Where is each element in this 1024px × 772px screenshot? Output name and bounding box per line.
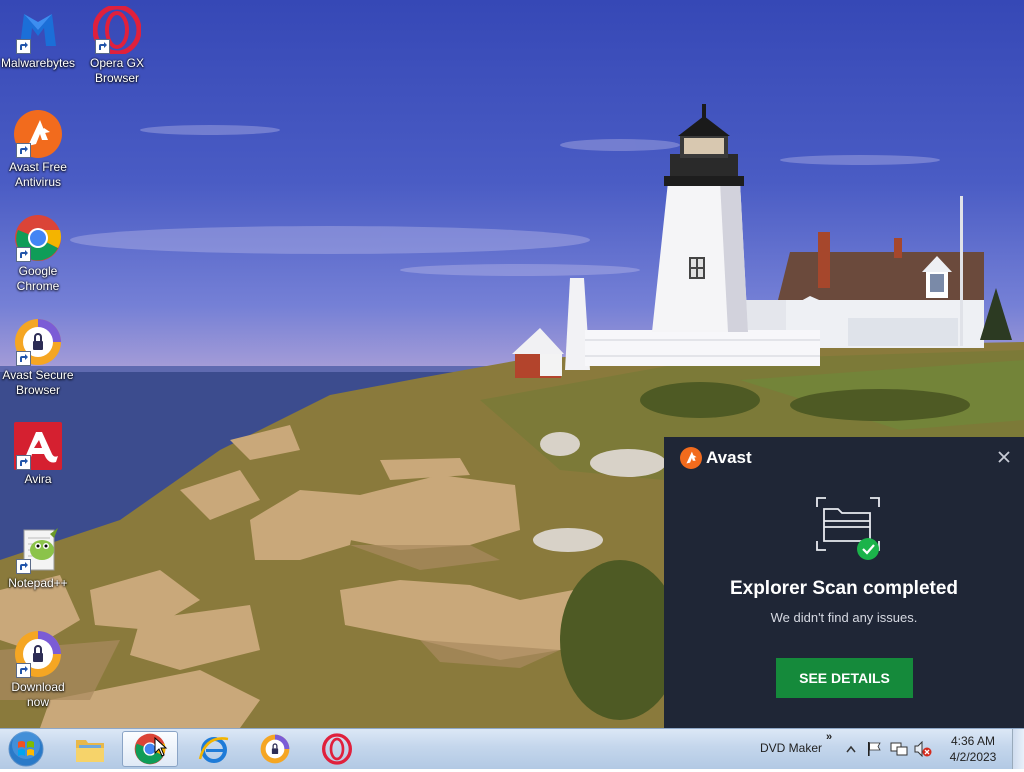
folder-scan-icon [816,497,880,560]
shortcut-arrow-icon [16,143,31,158]
toolbar-overflow-icon[interactable]: » [826,731,832,743]
shortcut-arrow-icon [95,39,110,54]
desktop-icon-label: Avira [24,472,52,486]
dvd-maker-toolbar-label[interactable]: DVD Maker [760,741,822,755]
shortcut-arrow-icon [16,247,31,262]
start-button[interactable] [6,731,46,767]
popup-subtitle: We didn't find any issues. [770,610,918,625]
shortcut-arrow-icon [16,663,31,678]
desktop-icon-label: Notepad++ [8,576,68,590]
desktop-icon-label: Avast Free Antivirus [9,160,67,189]
action-center-flag-icon[interactable] [866,741,882,757]
taskbar-opera[interactable] [309,731,365,767]
taskbar-avast-secure-browser[interactable] [247,731,303,767]
shortcut-arrow-icon [16,39,31,54]
desktop-icon-avira[interactable]: Avira [0,422,76,487]
desktop-icon-notepad-plus-plus[interactable]: Notepad++ [0,526,76,591]
taskbar: DVD Maker » 4:36 AM 4/2/2023 [0,728,1024,769]
avast-brand-label: Avast [706,448,752,467]
taskbar-windows-explorer[interactable] [62,731,118,767]
popup-title: Explorer Scan completed [729,578,959,599]
desktop-icon-opera-gx[interactable]: Opera GX Browser [79,6,155,86]
opera-icon [322,733,352,765]
desktop-icon-label: Malwarebytes [0,56,76,70]
windows-logo-icon [8,731,44,767]
show-desktop-button[interactable] [1012,729,1024,769]
volume-muted-icon[interactable] [914,741,932,757]
clock-time: 4:36 AM [950,734,996,748]
shortcut-arrow-icon [16,455,31,470]
desktop-icon-avast-secure-browser[interactable]: Avast Secure Browser [0,318,76,398]
avast-logo-icon [680,447,702,469]
system-clock[interactable]: 4:36 AM 4/2/2023 [941,733,1005,765]
avast-brand: Avast [680,447,752,469]
desktop-icon-download-now[interactable]: Download now [0,630,76,710]
clock-date: 4/2/2023 [949,750,997,764]
desktop-icon-label: Avast Secure Browser [2,368,74,397]
desktop-icon-label: Opera GX Browser [89,56,145,85]
desktop-icon-label: Google Chrome [16,264,60,293]
close-icon[interactable] [996,449,1012,465]
avast-secure-browser-icon [260,734,290,764]
see-details-button[interactable]: SEE DETAILS [776,658,913,698]
desktop-icon-malwarebytes[interactable]: Malwarebytes [0,6,76,71]
windows-explorer-icon [76,740,104,762]
shortcut-arrow-icon [16,351,31,366]
internet-explorer-icon [198,737,229,763]
shortcut-arrow-icon [16,559,31,574]
taskbar-google-chrome[interactable] [122,731,178,767]
avast-notification-popup: Avast Explorer Scan completed We didn't … [664,437,1024,728]
show-hidden-icons-icon[interactable] [846,745,856,753]
desktop-icon-google-chrome[interactable]: Google Chrome [0,214,76,294]
desktop-icon-label: Download now [11,680,65,709]
mouse-cursor-icon [154,737,168,757]
taskbar-internet-explorer[interactable] [186,731,242,767]
desktop-icon-avast-free-antivirus[interactable]: Avast Free Antivirus [0,110,76,190]
network-icon[interactable] [890,741,908,757]
